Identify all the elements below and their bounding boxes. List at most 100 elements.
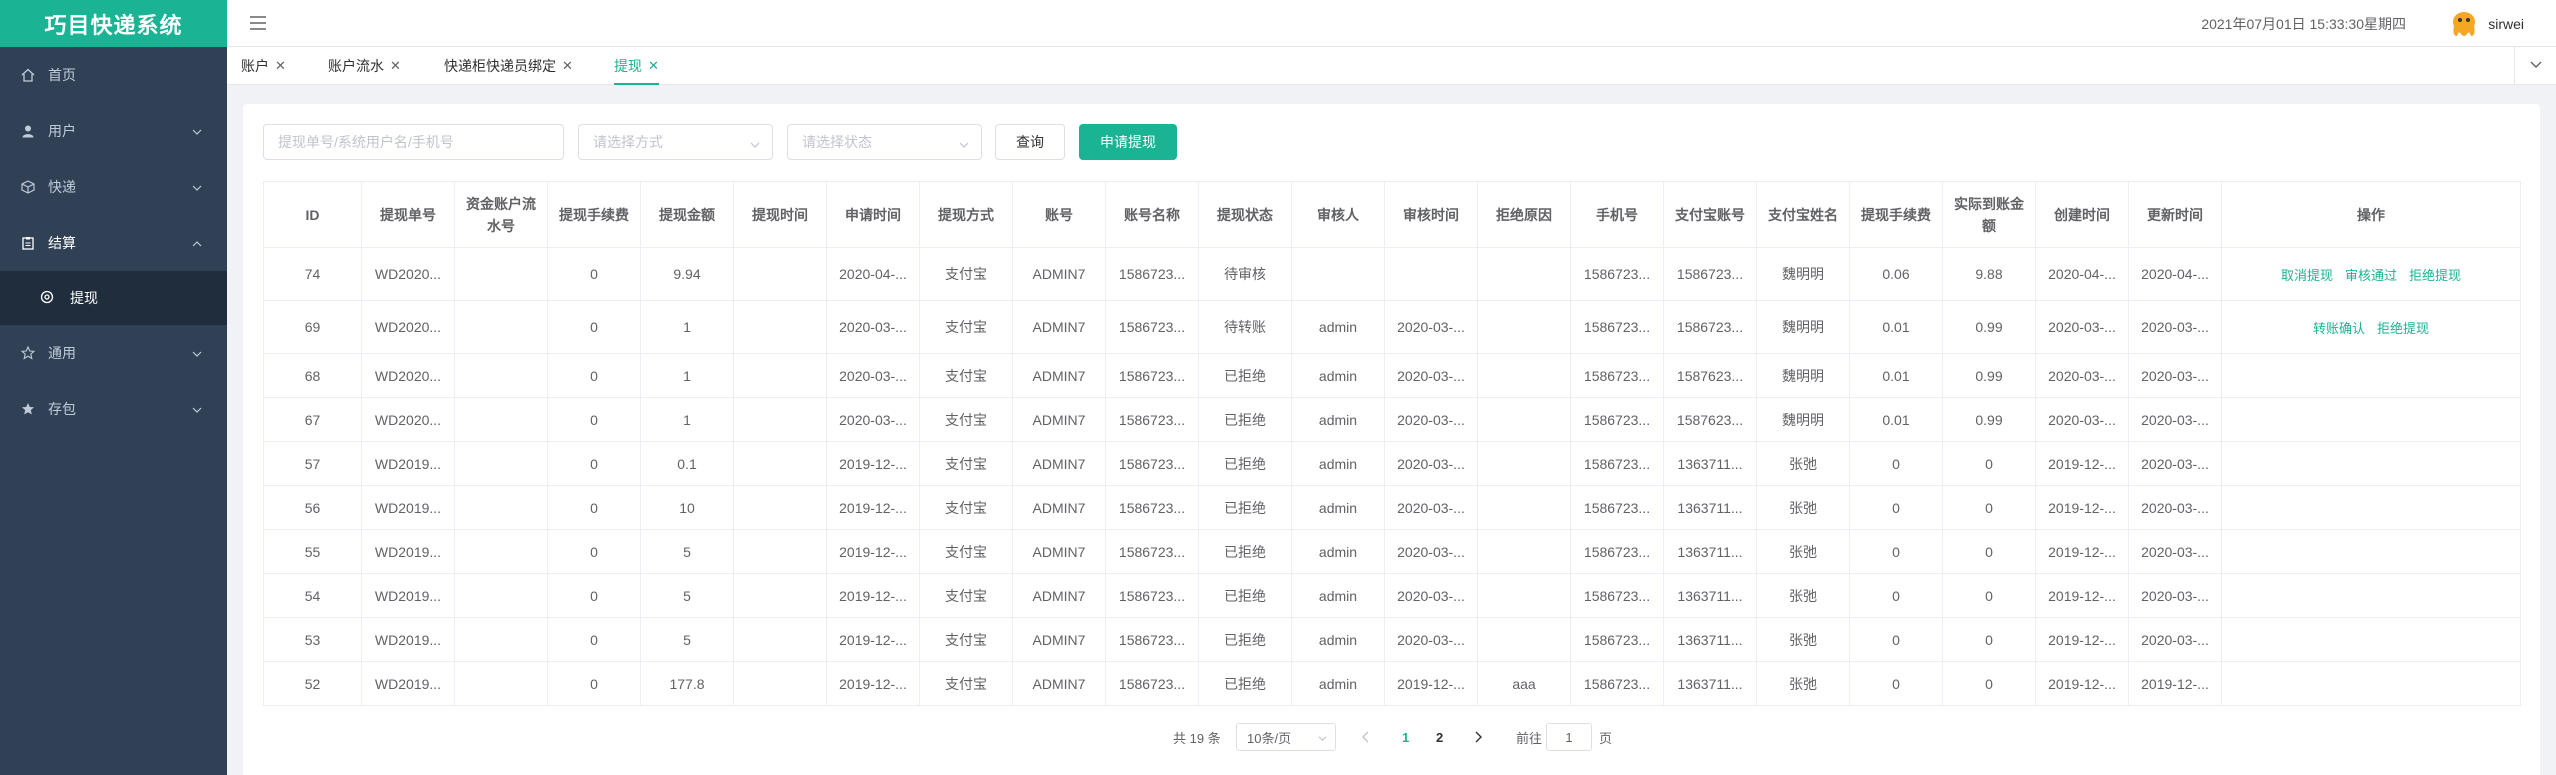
table-cell: admin (1291, 353, 1385, 398)
close-icon[interactable]: ✕ (390, 58, 401, 74)
table-cell: 魏明明 (1756, 353, 1850, 398)
row-action-link[interactable]: 审核通过 (2345, 268, 2397, 283)
table-cell: 0 (547, 529, 641, 574)
sidebar-item-home[interactable]: 首页 (0, 47, 227, 103)
home-icon (20, 67, 36, 83)
table-cell: 0.99 (1942, 300, 2036, 354)
table-cell: 已拒绝 (1198, 485, 1292, 530)
sidebar: 巧目快递系统 首页 用户 快递 结算 提现 通用 存包 (0, 0, 227, 775)
table-cell: WD2019... (361, 485, 455, 530)
prev-page-icon[interactable] (1361, 723, 1371, 751)
table-cell: ADMIN7 (1012, 661, 1106, 706)
row-action-link[interactable]: 拒绝提现 (2377, 321, 2429, 336)
row-action-link[interactable]: 转账确认 (2313, 321, 2365, 336)
tab-withdraw[interactable]: 提现 ✕ (614, 47, 659, 85)
column-header: 提现单号 (361, 181, 455, 248)
pagination: 共 19 条 10条/页 1 2 前往 1 页 (243, 723, 2540, 753)
column-header: 更新时间 (2128, 181, 2222, 248)
package-icon (20, 179, 36, 195)
query-button[interactable]: 查询 (995, 124, 1065, 160)
table-cell: 张弛 (1756, 485, 1850, 530)
star-filled-icon (20, 401, 36, 417)
table-cell: 2020-03-... (1384, 529, 1478, 574)
table-cell: WD2020... (361, 353, 455, 398)
table-cell: 1363711... (1663, 529, 1757, 574)
search-input[interactable]: 提现单号/系统用户名/手机号 (263, 124, 564, 160)
table-cell: 支付宝 (919, 397, 1013, 442)
table-cell: 2019-12-... (2035, 529, 2129, 574)
goto-page-input[interactable]: 1 (1546, 723, 1592, 751)
table-cell: 张弛 (1756, 529, 1850, 574)
status-placeholder: 请选择状态 (802, 134, 872, 150)
table-cell: 0 (1849, 617, 1943, 662)
page-number-2[interactable]: 2 (1436, 723, 1443, 751)
page-number-1[interactable]: 1 (1402, 723, 1409, 751)
table-cell: WD2020... (361, 397, 455, 442)
table-cell: 2020-03-... (2128, 617, 2222, 662)
chevron-down-icon (191, 347, 203, 359)
table-cell: 已拒绝 (1198, 661, 1292, 706)
table-cell (733, 247, 827, 301)
tab-locker-courier-binding[interactable]: 快递柜快递员绑定 ✕ (444, 47, 573, 85)
apply-withdraw-button[interactable]: 申请提现 (1079, 124, 1177, 160)
table-cell (1477, 573, 1571, 618)
table-cell: 0 (547, 573, 641, 618)
chevron-down-icon (191, 181, 203, 193)
avatar (2448, 8, 2480, 40)
column-header: 账号 (1012, 181, 1106, 248)
table-cell (1477, 617, 1571, 662)
sidebar-item-settlement[interactable]: 结算 (0, 215, 227, 271)
clipboard-icon (20, 235, 36, 251)
table-cell: 1586723... (1570, 661, 1664, 706)
table-cell: 支付宝 (919, 661, 1013, 706)
sidebar-item-general[interactable]: 通用 (0, 325, 227, 381)
table-cell: WD2019... (361, 661, 455, 706)
table-cell: 2020-03-... (2035, 300, 2129, 354)
table-cell: 0 (547, 485, 641, 530)
hamburger-menu-icon[interactable] (247, 12, 269, 34)
sidebar-item-express[interactable]: 快递 (0, 159, 227, 215)
method-select[interactable]: 请选择方式 (578, 124, 773, 160)
status-select[interactable]: 请选择状态 (787, 124, 982, 160)
chevron-down-icon (2529, 57, 2543, 76)
tags-dropdown-button[interactable] (2514, 47, 2556, 85)
sidebar-item-storage[interactable]: 存包 (0, 381, 227, 437)
table-cell: 2020-03-... (1384, 485, 1478, 530)
user-icon (20, 123, 36, 139)
table-cell: ADMIN7 (1012, 617, 1106, 662)
row-action-link[interactable]: 取消提现 (2281, 268, 2333, 283)
close-icon[interactable]: ✕ (562, 58, 573, 74)
table-cell: 0.06 (1849, 247, 1943, 301)
tab-account-flow[interactable]: 账户流水 ✕ (328, 47, 401, 85)
tab-account[interactable]: 账户 ✕ (241, 47, 286, 85)
table-cell: 0 (1849, 441, 1943, 486)
close-icon[interactable]: ✕ (275, 58, 286, 74)
table-cell: 1586723... (1105, 573, 1199, 618)
table-cell: 2020-03-... (1384, 617, 1478, 662)
table-cell: ADMIN7 (1012, 441, 1106, 486)
page-size-select[interactable]: 10条/页 (1236, 723, 1336, 751)
column-header: 提现金额 (640, 181, 734, 248)
close-icon[interactable]: ✕ (648, 58, 659, 74)
user-menu[interactable]: sirwei (2448, 8, 2524, 40)
table-cell (454, 247, 548, 301)
next-page-icon[interactable] (1473, 723, 1483, 751)
goto-label: 前往 (1516, 730, 1543, 746)
table-cell: 2020-04-... (2035, 247, 2129, 301)
content-card: 提现单号/系统用户名/手机号 请选择方式 请选择状态 查询 申请提现 ID 提现单… (243, 104, 2540, 775)
chevron-down-icon (959, 137, 969, 148)
table-cell: ADMIN7 (1012, 397, 1106, 442)
sidebar-item-user[interactable]: 用户 (0, 103, 227, 159)
column-header: 资金账户流水号 (454, 181, 548, 248)
table-cell (454, 300, 548, 354)
tab-label: 账户流水 (328, 58, 384, 74)
column-header: 提现方式 (919, 181, 1013, 248)
table-cell: 5 (640, 617, 734, 662)
table-cell: 1586723... (1570, 617, 1664, 662)
table-cell: 0 (547, 397, 641, 442)
sidebar-item-withdraw[interactable]: 提现 (0, 271, 227, 325)
row-action-link[interactable]: 拒绝提现 (2409, 268, 2461, 283)
tab-label: 快递柜快递员绑定 (444, 58, 556, 74)
table-cell: 0.01 (1849, 300, 1943, 354)
table-cell (733, 353, 827, 398)
